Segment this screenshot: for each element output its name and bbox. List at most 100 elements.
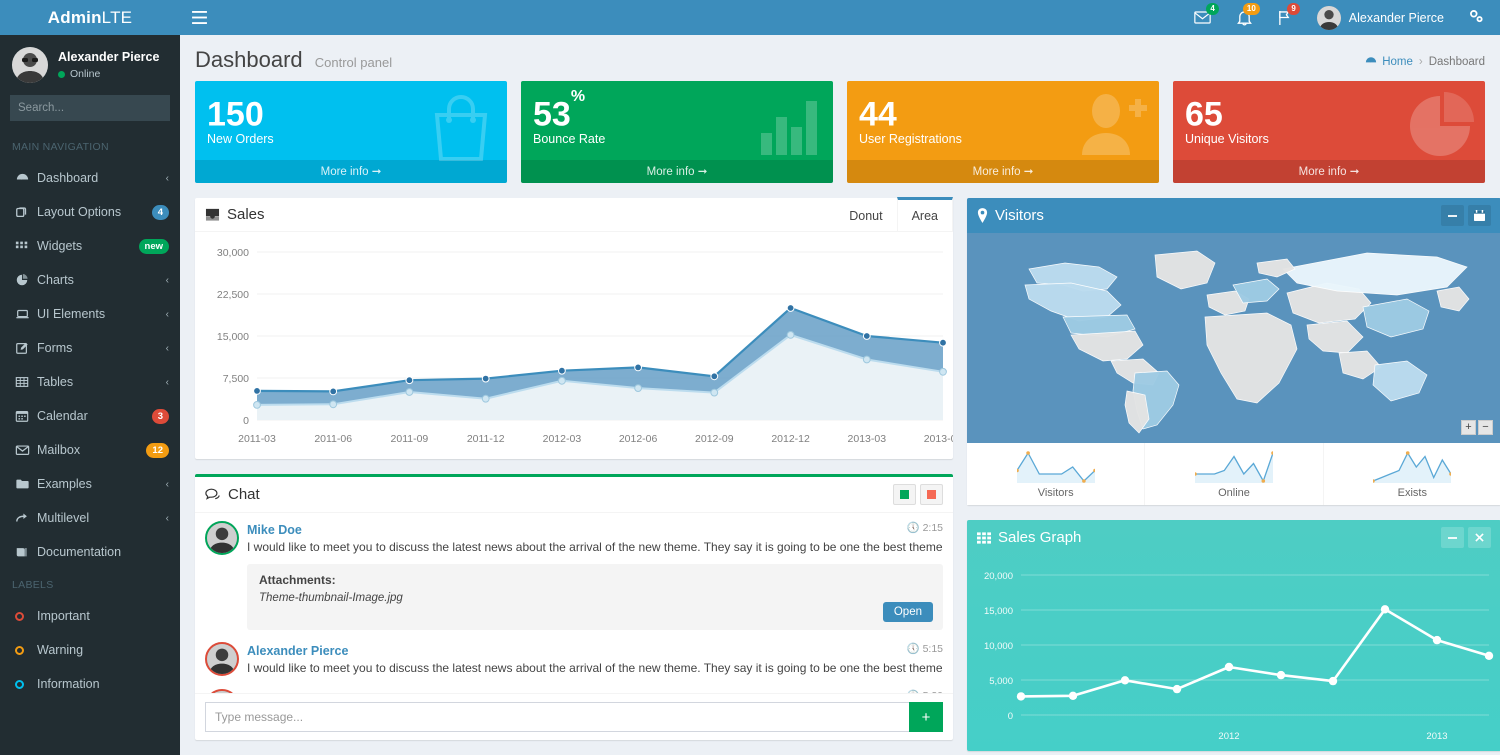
info-box-more-link[interactable]: More info ➞ (847, 160, 1159, 183)
svg-text:15,000: 15,000 (984, 606, 1013, 617)
tab-donut[interactable]: Donut (835, 197, 896, 231)
sidebar-item-multilevel[interactable]: Multilevel‹ (0, 501, 180, 535)
world-map[interactable]: + − (967, 233, 1500, 443)
chevron-left-icon: ‹ (166, 479, 169, 490)
search-input[interactable] (10, 95, 180, 121)
dashboard-icon (1365, 56, 1377, 67)
info-box-value: 44 (859, 95, 897, 133)
svg-text:7,500: 7,500 (223, 373, 249, 385)
sparkline-chart (1017, 451, 1095, 483)
sidebar-label-important[interactable]: Important (0, 599, 180, 633)
sidebar-item-charts[interactable]: Charts‹ (0, 263, 180, 297)
sidebar-item-widgets[interactable]: Widgetsnew (0, 229, 180, 263)
sidebar-item-label: Widgets (37, 239, 139, 253)
page-title: Dashboard Control panel (195, 47, 392, 73)
chevron-left-icon: ‹ (166, 309, 169, 320)
book-icon (15, 545, 37, 559)
chat-time-text: 5:15 (923, 643, 943, 655)
sidebar-item-mailbox[interactable]: Mailbox12 (0, 433, 180, 467)
sales-graph-box: Sales Graph (967, 520, 1500, 751)
sales-area-chart[interactable]: 07,50015,00022,50030,0002011-032011-0620… (205, 240, 943, 455)
circle-icon (15, 646, 37, 655)
info-box-more-link[interactable]: More info ➞ (521, 160, 833, 183)
map-zoom-out-button[interactable]: − (1478, 420, 1493, 435)
user-plus-icon (1077, 91, 1149, 160)
svg-text:22,500: 22,500 (217, 289, 249, 301)
svg-text:2013: 2013 (1426, 731, 1447, 742)
laptop-icon (15, 307, 37, 321)
status-busy-button[interactable] (920, 484, 943, 505)
svg-text:2012-12: 2012-12 (771, 433, 810, 445)
attachment-open-button[interactable]: Open (883, 602, 933, 622)
admin-dashboard: AdminLTE Alexander Pierce Online (0, 0, 1500, 755)
grid-icon (15, 239, 37, 253)
main-area: 4 10 9 (180, 0, 1500, 755)
svg-text:2011-03: 2011-03 (238, 433, 276, 445)
bar-chart-icon (757, 91, 823, 160)
close-button[interactable] (1468, 527, 1491, 548)
brand-logo[interactable]: AdminLTE (0, 0, 180, 35)
chat-box: Chat (195, 474, 953, 740)
calendar-button[interactable] (1468, 205, 1491, 226)
flag-badge: 9 (1287, 3, 1299, 15)
collapse-button[interactable] (1441, 527, 1464, 548)
visitor-sparklines: Visitors Online Exists (967, 443, 1500, 505)
content-header: Dashboard Control panel Home › Dashboard (180, 35, 1500, 81)
arrow-circle-right-icon: ➞ (372, 166, 382, 178)
info-box-more-label: More info (973, 166, 1021, 178)
sparkline-online: Online (1145, 443, 1323, 505)
info-box-more-label: More info (321, 166, 369, 178)
info-box-more-label: More info (647, 166, 695, 178)
svg-text:0: 0 (1008, 711, 1013, 722)
chat-input[interactable] (205, 702, 909, 732)
pie-chart-icon (15, 273, 37, 287)
sidebar-item-calendar[interactable]: Calendar3 (0, 399, 180, 433)
collapse-button[interactable] (1441, 205, 1464, 226)
sidebar-item-layout-options[interactable]: Layout Options4 (0, 195, 180, 229)
sales-graph-body: 05,00010,00015,00020,00020122013 (967, 555, 1500, 751)
nav-section-header: MAIN NAVIGATION (0, 131, 180, 161)
chat-author[interactable]: Alexander Pierce (247, 644, 348, 658)
flag-icon[interactable]: 9 (1265, 0, 1305, 35)
sidebar-label-information[interactable]: Information (0, 667, 180, 701)
envelope-icon[interactable]: 4 (1181, 0, 1224, 35)
labels-section-header: LABELS (0, 569, 180, 599)
svg-text:2013-03: 2013-03 (848, 433, 887, 445)
inbox-icon (205, 208, 220, 222)
navbar-user-name: Alexander Pierce (1349, 11, 1444, 25)
online-dot-icon (58, 71, 65, 78)
sales-graph-title-text: Sales Graph (998, 529, 1081, 546)
sidebar-item-dashboard[interactable]: Dashboard‹ (0, 161, 180, 195)
brand-bold: Admin (48, 8, 102, 28)
sales-graph-chart[interactable]: 05,00010,00015,00020,00020122013 (973, 563, 1500, 748)
chat-author[interactable]: Susan Doe (247, 691, 312, 693)
sidebar-item-documentation[interactable]: Documentation (0, 535, 180, 569)
sidebar-label-warning[interactable]: Warning (0, 633, 180, 667)
sparkline-chart (1373, 451, 1451, 483)
sales-title-text: Sales (227, 206, 265, 223)
chat-author[interactable]: Mike Doe (247, 523, 302, 537)
svg-text:2011-06: 2011-06 (314, 433, 352, 445)
sales-box: Sales DonutArea 07,50015,00022,50030,000… (195, 198, 953, 459)
hamburger-icon[interactable] (180, 0, 218, 35)
sidebar-item-ui-elements[interactable]: UI Elements‹ (0, 297, 180, 331)
bell-icon[interactable]: 10 (1224, 0, 1265, 35)
sidebar-search[interactable] (10, 95, 170, 121)
svg-text:0: 0 (243, 415, 249, 427)
chat-title-text: Chat (228, 486, 260, 503)
breadcrumb-home[interactable]: Home (1365, 56, 1413, 68)
status-online-button[interactable] (893, 484, 916, 505)
chat-timestamp: 🕔 2:15 (907, 521, 943, 534)
map-zoom-in-button[interactable]: + (1461, 420, 1476, 435)
sidebar-item-examples[interactable]: Examples‹ (0, 467, 180, 501)
gear-icon[interactable] (1456, 8, 1496, 27)
chat-send-button[interactable]: + (909, 702, 943, 732)
breadcrumb-separator: › (1419, 56, 1423, 68)
sidebar-item-forms[interactable]: Forms‹ (0, 331, 180, 365)
chevron-left-icon: ‹ (166, 513, 169, 524)
navbar-user-menu[interactable]: Alexander Pierce (1305, 0, 1456, 35)
tab-area[interactable]: Area (897, 197, 953, 231)
sales-graph-tools (1441, 527, 1491, 548)
sidebar-label-text: Warning (37, 643, 169, 657)
sidebar-item-tables[interactable]: Tables‹ (0, 365, 180, 399)
